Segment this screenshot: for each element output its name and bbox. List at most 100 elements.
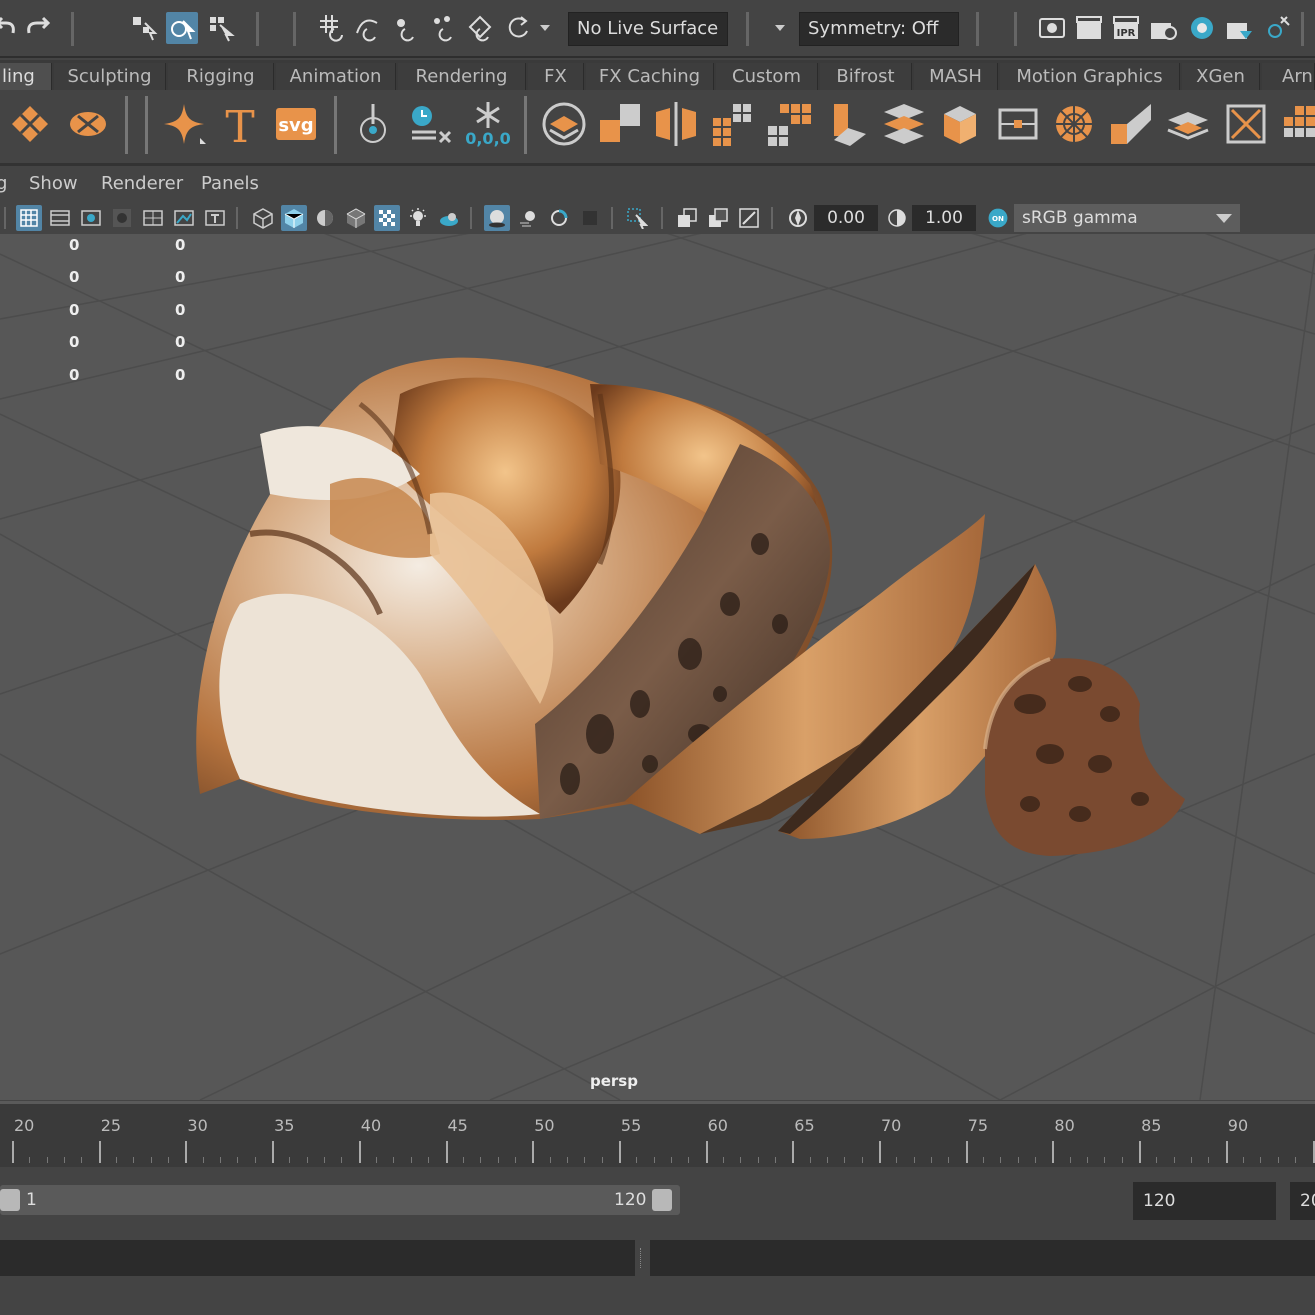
render-frame-icon[interactable] — [1073, 12, 1105, 44]
exposure-icon[interactable] — [785, 205, 811, 231]
extract-icon[interactable] — [705, 96, 761, 152]
snap-point-icon[interactable] — [390, 12, 422, 44]
menu-renderer[interactable]: Renderer — [101, 173, 183, 194]
target-weld-icon[interactable] — [1103, 96, 1159, 152]
gamma-field[interactable]: 1.00 — [912, 205, 976, 231]
menu-show[interactable]: Show — [29, 173, 78, 194]
tab-bifrost[interactable]: Bifrost — [820, 63, 912, 91]
scene-canvas[interactable] — [0, 234, 1315, 1100]
text-tool-icon[interactable]: T — [212, 96, 268, 152]
tab-arnold[interactable]: Arn — [1262, 63, 1315, 91]
combine-icon[interactable] — [592, 96, 648, 152]
animation-end-field[interactable]: 20 — [1290, 1182, 1315, 1220]
motion-blur-icon[interactable] — [515, 205, 541, 231]
textured-icon[interactable] — [374, 205, 400, 231]
xray-components-icon[interactable] — [736, 205, 762, 231]
select-hierarchy-icon[interactable] — [128, 12, 160, 44]
render-view-icon[interactable] — [1036, 12, 1068, 44]
range-end-handle[interactable] — [652, 1189, 672, 1211]
render-settings-icon[interactable] — [1147, 12, 1179, 44]
menu-panels[interactable]: Panels — [201, 173, 259, 194]
tab-modeling[interactable]: ling — [0, 63, 52, 91]
multi-cut-icon[interactable] — [1046, 96, 1102, 152]
range-bar[interactable] — [0, 1185, 680, 1215]
svg-tool-icon[interactable]: svg — [268, 96, 324, 152]
insert-edge-loop-icon[interactable] — [990, 96, 1046, 152]
resolution-gate-icon[interactable] — [78, 205, 104, 231]
tab-motion-graphics[interactable]: Motion Graphics — [1000, 63, 1180, 91]
snap-live-icon[interactable] — [465, 12, 497, 44]
snap-view-plane-icon[interactable] — [428, 12, 460, 44]
xray-joints-icon[interactable] — [705, 205, 731, 231]
color-management-toggle[interactable]: ON — [984, 204, 1012, 232]
shadows-icon[interactable] — [436, 205, 462, 231]
screen-space-ao-icon[interactable] — [484, 205, 510, 231]
gate-mask-icon[interactable] — [109, 205, 135, 231]
default-material-icon[interactable] — [312, 205, 338, 231]
splitter-handle[interactable] — [640, 1248, 643, 1268]
select-object-icon[interactable] — [166, 12, 198, 44]
grid-tool-icon[interactable] — [1275, 96, 1315, 152]
select-component-icon[interactable] — [205, 12, 237, 44]
time-editor-icon[interactable] — [402, 96, 458, 152]
command-input[interactable] — [0, 1240, 635, 1276]
exposure-field[interactable]: 0.00 — [814, 205, 878, 231]
diamond-tool-icon[interactable] — [2, 96, 58, 152]
isolate-select-icon[interactable] — [624, 205, 650, 231]
xray-icon[interactable] — [674, 205, 700, 231]
safe-action-icon[interactable] — [171, 205, 197, 231]
bridge-icon[interactable] — [876, 96, 932, 152]
field-chart-icon[interactable] — [140, 205, 166, 231]
tab-animation[interactable]: Animation — [276, 63, 396, 91]
sphere-cut-icon[interactable] — [60, 96, 116, 152]
separate-icon[interactable] — [648, 96, 704, 152]
bread-slice-model[interactable] — [983, 657, 1185, 856]
light-editor-icon[interactable] — [1262, 12, 1294, 44]
render-setup-icon[interactable] — [1223, 12, 1255, 44]
redo-icon[interactable] — [22, 12, 54, 44]
time-slider[interactable]: 20 25 30 35 40 45 50 55 60 65 70 75 80 85 90 — [0, 1101, 1315, 1167]
snap-curve-icon[interactable] — [352, 12, 384, 44]
grid-icon[interactable] — [16, 205, 42, 231]
tab-fx[interactable]: FX — [528, 63, 584, 91]
tab-fx-caching[interactable]: FX Caching — [586, 63, 714, 91]
tab-sculpting[interactable]: Sculpting — [54, 63, 166, 91]
symmetry-field[interactable]: Symmetry: Off — [799, 12, 959, 46]
viewport-persp[interactable]: 0 0 0 0 0 0 0 0 0 0 persp — [0, 234, 1315, 1100]
freeze-transform-icon[interactable]: 0,0,0 — [460, 96, 516, 152]
wireframe-icon[interactable] — [250, 205, 276, 231]
lighting-icon[interactable] — [405, 205, 431, 231]
playback-end-field[interactable]: 120 — [1133, 1182, 1276, 1220]
chevron-down-icon[interactable] — [768, 12, 792, 44]
sparkle-tool-icon[interactable] — [156, 96, 212, 152]
bounding-box-icon[interactable] — [1218, 96, 1274, 152]
wireframe-on-shaded-icon[interactable] — [343, 205, 369, 231]
undo-icon[interactable] — [0, 12, 24, 44]
ipr-render-icon[interactable]: IPR — [1110, 12, 1142, 44]
film-gate-icon[interactable] — [47, 205, 73, 231]
range-start-handle[interactable] — [0, 1189, 20, 1211]
live-surface-field[interactable]: No Live Surface — [568, 12, 728, 46]
hypershade-icon[interactable] — [1186, 12, 1218, 44]
tab-xgen[interactable]: XGen — [1182, 63, 1260, 91]
snap-grid-icon[interactable] — [315, 12, 347, 44]
pivot-tool-icon[interactable] — [345, 96, 401, 152]
extrude-icon[interactable] — [820, 96, 876, 152]
color-space-dropdown[interactable]: sRGB gamma — [1014, 204, 1240, 232]
tab-custom[interactable]: Custom — [716, 63, 818, 91]
depth-of-field-icon[interactable] — [577, 205, 603, 231]
smooth-shade-icon[interactable] — [281, 205, 307, 231]
smooth-icon[interactable] — [762, 96, 818, 152]
tab-rigging[interactable]: Rigging — [168, 63, 274, 91]
bevel-icon[interactable] — [932, 96, 988, 152]
snap-rotate-icon[interactable] — [502, 12, 534, 44]
safe-title-icon[interactable] — [202, 205, 228, 231]
anti-aliasing-icon[interactable] — [546, 205, 572, 231]
chevron-down-icon[interactable] — [535, 12, 555, 44]
menu-lighting[interactable]: g — [0, 173, 7, 194]
tab-rendering[interactable]: Rendering — [398, 63, 526, 91]
gamma-icon[interactable] — [884, 205, 910, 231]
tab-mash[interactable]: MASH — [914, 63, 998, 91]
merge-icon[interactable] — [1160, 96, 1216, 152]
layers-icon[interactable] — [536, 96, 592, 152]
